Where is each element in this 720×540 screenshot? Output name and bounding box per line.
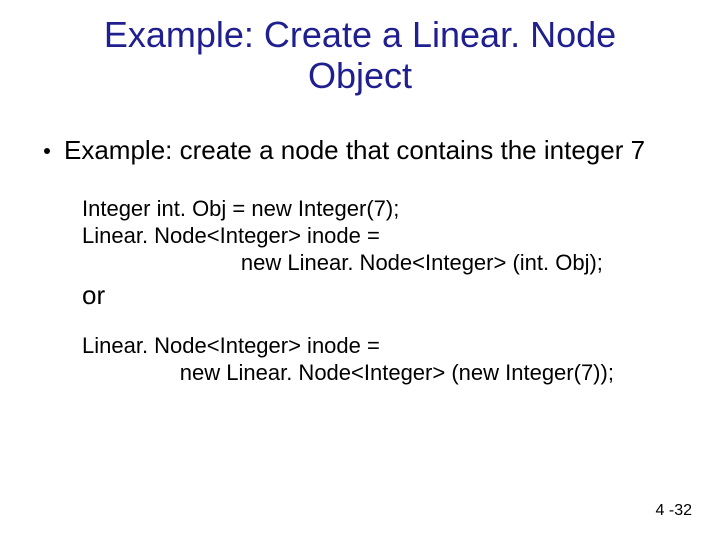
title-line-1: Example: Create a Linear. Node <box>104 14 616 55</box>
title-line-2: Object <box>308 55 412 96</box>
slide: Example: Create a Linear. Node Object Ex… <box>0 0 720 540</box>
slide-body: Example: create a node that contains the… <box>0 135 720 387</box>
code-block-2: Linear. Node<Integer> inode = new Linear… <box>82 333 672 387</box>
bullet-item: Example: create a node that contains the… <box>44 135 672 166</box>
code-line: Linear. Node<Integer> inode = <box>82 223 672 250</box>
code-block-1: Integer int. Obj = new Integer(7); Linea… <box>82 196 672 276</box>
bullet-text: Example: create a node that contains the… <box>64 135 672 166</box>
code-line: Linear. Node<Integer> inode = <box>82 333 672 360</box>
code-line: new Linear. Node<Integer> (new Integer(7… <box>82 360 672 387</box>
code-line: new Linear. Node<Integer> (int. Obj); <box>82 250 672 277</box>
bullet-dot-icon <box>44 148 50 154</box>
slide-title: Example: Create a Linear. Node Object <box>50 0 670 97</box>
code-line: Integer int. Obj = new Integer(7); <box>82 196 672 223</box>
page-number: 4 -32 <box>656 502 692 520</box>
or-label: or <box>82 280 672 311</box>
